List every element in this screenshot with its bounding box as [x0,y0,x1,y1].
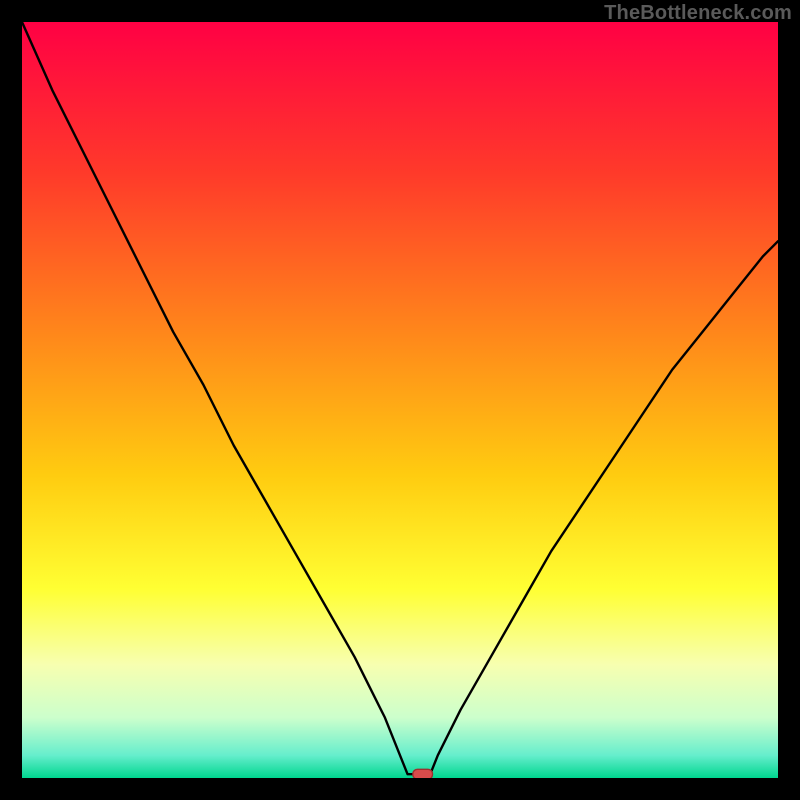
chart-frame: TheBottleneck.com [0,0,800,800]
bottleneck-chart [22,22,778,778]
watermark-text: TheBottleneck.com [604,2,792,25]
chart-background [22,22,778,778]
optimal-marker [413,769,433,778]
